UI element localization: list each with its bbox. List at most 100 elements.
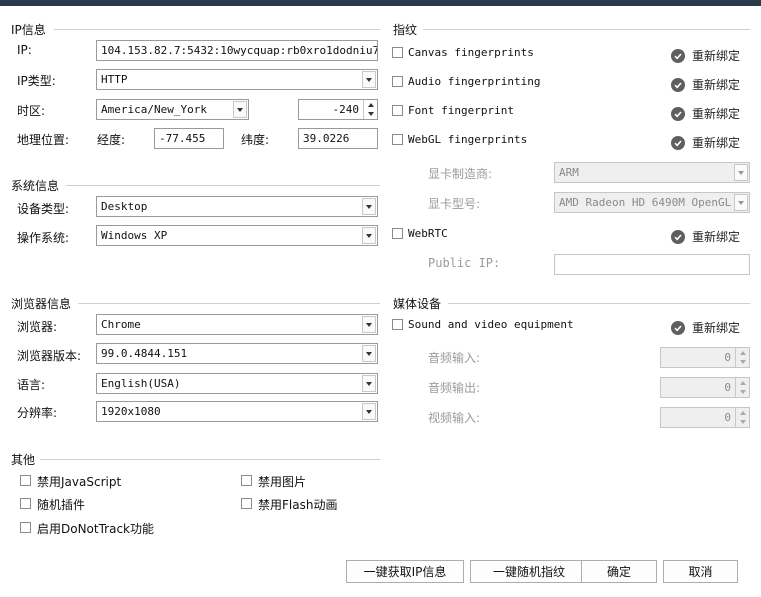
- chevron-down-icon[interactable]: [362, 345, 376, 362]
- chevron-down-icon[interactable]: [362, 198, 376, 215]
- stepper-up-icon[interactable]: [736, 348, 749, 358]
- stepper-up-icon[interactable]: [736, 408, 749, 418]
- webgl-label[interactable]: WebGL fingerprints: [408, 133, 527, 146]
- video-input-stepper[interactable]: 0: [660, 407, 750, 428]
- cancel-button[interactable]: 取消: [663, 560, 738, 583]
- audio-checkbox[interactable]: [392, 76, 403, 87]
- webgl-rebind-button[interactable]: 重新绑定: [671, 134, 740, 151]
- browser-info-group-title: 浏览器信息: [11, 297, 72, 311]
- ip-input[interactable]: 104.153.82.7:5432:10wycquap:rb0xro1dodni…: [96, 40, 378, 61]
- resolution-select[interactable]: 1920x1080: [96, 401, 378, 422]
- fingerprint-divider: [423, 29, 750, 30]
- webrtc-rebind-button[interactable]: 重新绑定: [671, 228, 740, 245]
- rebind-label: 重新绑定: [692, 136, 741, 150]
- sound-video-label[interactable]: Sound and video equipment: [408, 318, 574, 331]
- timezone-select[interactable]: America/New_York: [96, 99, 249, 120]
- ok-button[interactable]: 确定: [581, 560, 657, 583]
- chevron-down-icon[interactable]: [233, 101, 247, 118]
- stepper-down-icon[interactable]: [364, 110, 377, 120]
- disable-images-label[interactable]: 禁用图片: [258, 473, 306, 490]
- device-type-label: 设备类型:: [17, 202, 70, 216]
- browser-select[interactable]: Chrome: [96, 314, 378, 335]
- rebind-label: 重新绑定: [692, 78, 741, 92]
- stepper-up-icon[interactable]: [364, 100, 377, 110]
- latitude-input[interactable]: 39.0226: [298, 128, 378, 149]
- longitude-input[interactable]: -77.455: [154, 128, 224, 149]
- gpu-vendor-select[interactable]: ARM: [554, 162, 750, 183]
- random-plugins-label[interactable]: 随机插件: [37, 496, 85, 513]
- stepper-down-icon[interactable]: [736, 418, 749, 428]
- webgl-checkbox[interactable]: [392, 134, 403, 145]
- audio-rebind-button[interactable]: 重新绑定: [671, 76, 740, 93]
- os-select[interactable]: Windows XP: [96, 225, 378, 246]
- audio-output-stepper[interactable]: 0: [660, 377, 750, 398]
- os-value: Windows XP: [101, 229, 168, 242]
- font-label[interactable]: Font fingerprint: [408, 104, 514, 117]
- chevron-down-icon[interactable]: [362, 403, 376, 420]
- font-checkbox[interactable]: [392, 105, 403, 116]
- chevron-down-icon[interactable]: [734, 194, 748, 211]
- canvas-rebind-button[interactable]: 重新绑定: [671, 47, 740, 64]
- ip-type-value: HTTP: [101, 73, 128, 86]
- timezone-offset-value: -240: [332, 103, 360, 116]
- sound-video-rebind-button[interactable]: 重新绑定: [671, 319, 740, 336]
- public-ip-label: Public IP:: [428, 256, 501, 270]
- font-rebind-button[interactable]: 重新绑定: [671, 105, 740, 122]
- gpu-vendor-label: 显卡制造商:: [428, 167, 493, 181]
- disable-js-checkbox[interactable]: [20, 475, 31, 486]
- disable-flash-checkbox[interactable]: [241, 498, 252, 509]
- stepper-down-icon[interactable]: [736, 358, 749, 368]
- timezone-offset-stepper[interactable]: -240: [298, 99, 378, 120]
- disable-js-label[interactable]: 禁用JavaScript: [37, 473, 121, 490]
- webrtc-checkbox[interactable]: [392, 228, 403, 239]
- ip-type-select[interactable]: HTTP: [96, 69, 378, 90]
- disable-images-checkbox[interactable]: [241, 475, 252, 486]
- resolution-label: 分辨率:: [17, 406, 58, 420]
- check-circle-icon: [671, 135, 685, 150]
- resolution-value: 1920x1080: [101, 405, 161, 418]
- latitude-label: 纬度:: [241, 133, 270, 147]
- chevron-down-icon[interactable]: [362, 71, 376, 88]
- ip-info-group-title: IP信息: [11, 23, 46, 37]
- media-divider: [448, 303, 750, 304]
- dnt-checkbox[interactable]: [20, 522, 31, 533]
- dnt-label[interactable]: 启用DoNotTrack功能: [37, 520, 154, 537]
- video-input-label: 视频输入:: [428, 411, 481, 425]
- rebind-label: 重新绑定: [692, 321, 741, 335]
- check-circle-icon: [671, 77, 685, 92]
- chevron-down-icon[interactable]: [362, 375, 376, 392]
- stepper-down-icon[interactable]: [736, 388, 749, 398]
- browser-label: 浏览器:: [17, 320, 58, 334]
- other-divider: [40, 459, 380, 460]
- rebind-label: 重新绑定: [692, 49, 741, 63]
- audio-label[interactable]: Audio fingerprinting: [408, 75, 540, 88]
- random-plugins-checkbox[interactable]: [20, 498, 31, 509]
- public-ip-input[interactable]: [554, 254, 750, 275]
- language-select[interactable]: English(USA): [96, 373, 378, 394]
- ip-label: IP:: [17, 43, 32, 57]
- disable-flash-label[interactable]: 禁用Flash动画: [258, 496, 337, 513]
- random-fingerprint-button[interactable]: 一键随机指纹: [470, 560, 588, 583]
- get-ip-button[interactable]: 一键获取IP信息: [346, 560, 464, 583]
- gpu-model-select[interactable]: AMD Radeon HD 6490M OpenGL E: [554, 192, 750, 213]
- webrtc-label[interactable]: WebRTC: [408, 227, 448, 240]
- check-circle-icon: [671, 229, 685, 244]
- sound-video-checkbox[interactable]: [392, 319, 403, 330]
- canvas-label[interactable]: Canvas fingerprints: [408, 46, 534, 59]
- audio-output-value: 0: [724, 381, 731, 394]
- chevron-down-icon[interactable]: [734, 164, 748, 181]
- chevron-down-icon[interactable]: [362, 316, 376, 333]
- timezone-value: America/New_York: [101, 103, 207, 116]
- rebind-label: 重新绑定: [692, 107, 741, 121]
- browser-version-select[interactable]: 99.0.4844.151: [96, 343, 378, 364]
- gpu-model-label: 显卡型号:: [428, 197, 481, 211]
- device-type-select[interactable]: Desktop: [96, 196, 378, 217]
- ip-info-divider: [54, 29, 380, 30]
- check-circle-icon: [671, 106, 685, 121]
- audio-input-label: 音频输入:: [428, 351, 481, 365]
- video-input-value: 0: [724, 411, 731, 424]
- stepper-up-icon[interactable]: [736, 378, 749, 388]
- chevron-down-icon[interactable]: [362, 227, 376, 244]
- canvas-checkbox[interactable]: [392, 47, 403, 58]
- audio-input-stepper[interactable]: 0: [660, 347, 750, 368]
